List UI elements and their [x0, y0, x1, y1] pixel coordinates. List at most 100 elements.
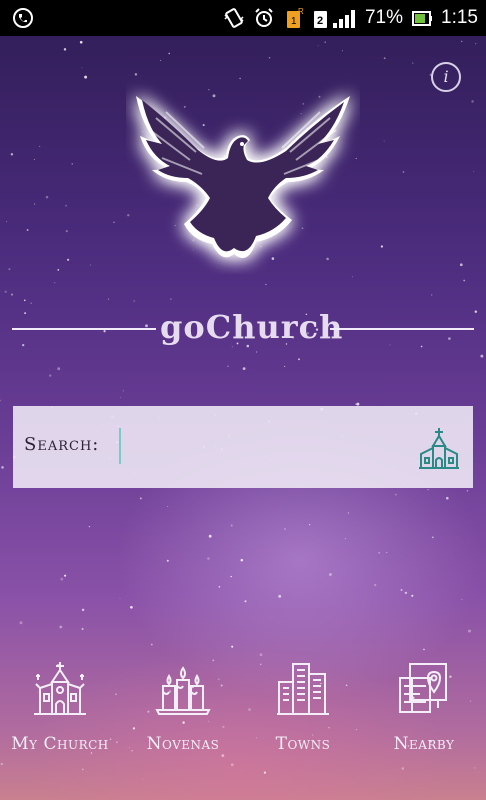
star-dot	[107, 298, 110, 300]
star-dot	[227, 365, 229, 368]
star-dot	[463, 279, 466, 282]
nav-my-church[interactable]: My Church	[0, 660, 120, 760]
search-input[interactable]	[119, 428, 417, 464]
dove-icon	[136, 96, 350, 258]
church-icon	[34, 662, 86, 715]
star-dot	[139, 497, 142, 500]
star-dot	[374, 583, 377, 587]
nav-nearby[interactable]: Nearby	[364, 660, 484, 760]
star-dot	[88, 525, 91, 528]
star-dot	[284, 365, 286, 367]
star-dot	[268, 57, 271, 59]
star-dot	[168, 52, 170, 55]
svg-text:2: 2	[317, 15, 323, 27]
star-dot	[427, 489, 429, 491]
map-pin-icon	[399, 663, 447, 713]
star-dot	[10, 153, 14, 156]
star-dot	[24, 299, 26, 302]
search-label: Search:	[24, 434, 100, 455]
svg-text:R: R	[298, 7, 304, 16]
star-dot	[351, 276, 353, 278]
star-dot	[33, 159, 35, 160]
star-dot	[459, 263, 463, 267]
star-dot	[134, 73, 138, 76]
star-dot	[317, 45, 319, 47]
nav-label-towns: Towns	[275, 734, 331, 754]
nav-towns[interactable]: Towns	[243, 660, 363, 760]
star-dot	[380, 245, 384, 248]
church-search-icon[interactable]	[417, 426, 461, 470]
nav-novenas[interactable]: Novenas	[123, 660, 243, 760]
star-dot	[30, 302, 32, 304]
city-buildings-icon	[277, 663, 329, 715]
nav-label-nearby: Nearby	[393, 734, 455, 754]
clock: 1:15	[441, 7, 478, 28]
star-dot	[79, 40, 83, 44]
star-dot	[81, 768, 84, 771]
star-dot	[446, 496, 449, 500]
star-dot	[460, 40, 463, 43]
star-dot	[328, 573, 332, 576]
star-dot	[59, 625, 63, 629]
star-dot	[284, 528, 286, 531]
star-dot	[383, 57, 386, 60]
star-dot	[230, 575, 232, 578]
star-dot	[39, 145, 41, 147]
divider-right	[330, 328, 474, 330]
star-dot	[65, 229, 68, 233]
star-dot	[113, 221, 115, 224]
star-dot	[8, 268, 11, 271]
nav-label-my-church: My Church	[11, 734, 109, 754]
star-dot	[122, 390, 124, 392]
star-dot	[298, 358, 300, 361]
star-dot	[150, 643, 153, 646]
star-dot	[259, 653, 263, 657]
star-dot	[308, 523, 311, 526]
search-bar: Search:	[13, 406, 473, 488]
status-icons: 1 R 2 71% 1:15	[223, 0, 478, 36]
star-dot	[394, 493, 397, 496]
star-dot	[378, 552, 380, 554]
star-dot	[57, 367, 61, 371]
star-dot	[167, 506, 169, 507]
star-dot	[81, 627, 84, 631]
info-icon[interactable]: i	[431, 62, 461, 92]
star-dot	[265, 283, 267, 286]
sim-2-signal-icon: 2	[313, 10, 355, 28]
star-dot	[160, 59, 162, 61]
star-dot	[402, 171, 405, 173]
star-dot	[84, 75, 88, 79]
star-dot	[34, 203, 36, 205]
star-dot	[60, 577, 64, 581]
star-dot	[461, 598, 463, 601]
star-dot	[400, 589, 403, 591]
nav-label-novenas: Novenas	[146, 734, 220, 754]
star-dot	[0, 399, 1, 402]
star-dot	[244, 600, 247, 603]
star-dot	[230, 524, 233, 527]
brand-row: goChurch	[12, 308, 474, 354]
app-title: goChurch	[160, 308, 344, 346]
star-dot	[230, 763, 234, 767]
star-dot	[1, 466, 4, 469]
star-dot	[341, 50, 343, 52]
star-dot	[4, 290, 7, 293]
star-dot	[90, 264, 92, 266]
star-dot	[133, 300, 135, 302]
svg-text:1: 1	[291, 16, 297, 27]
alarm-icon	[255, 8, 273, 27]
star-dot	[0, 762, 3, 766]
sim-1-icon: 1 R	[286, 7, 304, 28]
star-dot	[130, 605, 133, 609]
divider-left	[12, 328, 156, 330]
star-dot	[263, 771, 266, 774]
star-dot	[119, 597, 121, 599]
star-dot	[386, 551, 388, 553]
battery-icon	[412, 11, 433, 26]
star-dot	[81, 67, 83, 69]
vibrate-icon	[224, 8, 244, 28]
star-dot	[81, 608, 85, 612]
candles-icon	[155, 666, 211, 715]
star-dot	[471, 100, 474, 103]
star-dot	[401, 767, 405, 770]
